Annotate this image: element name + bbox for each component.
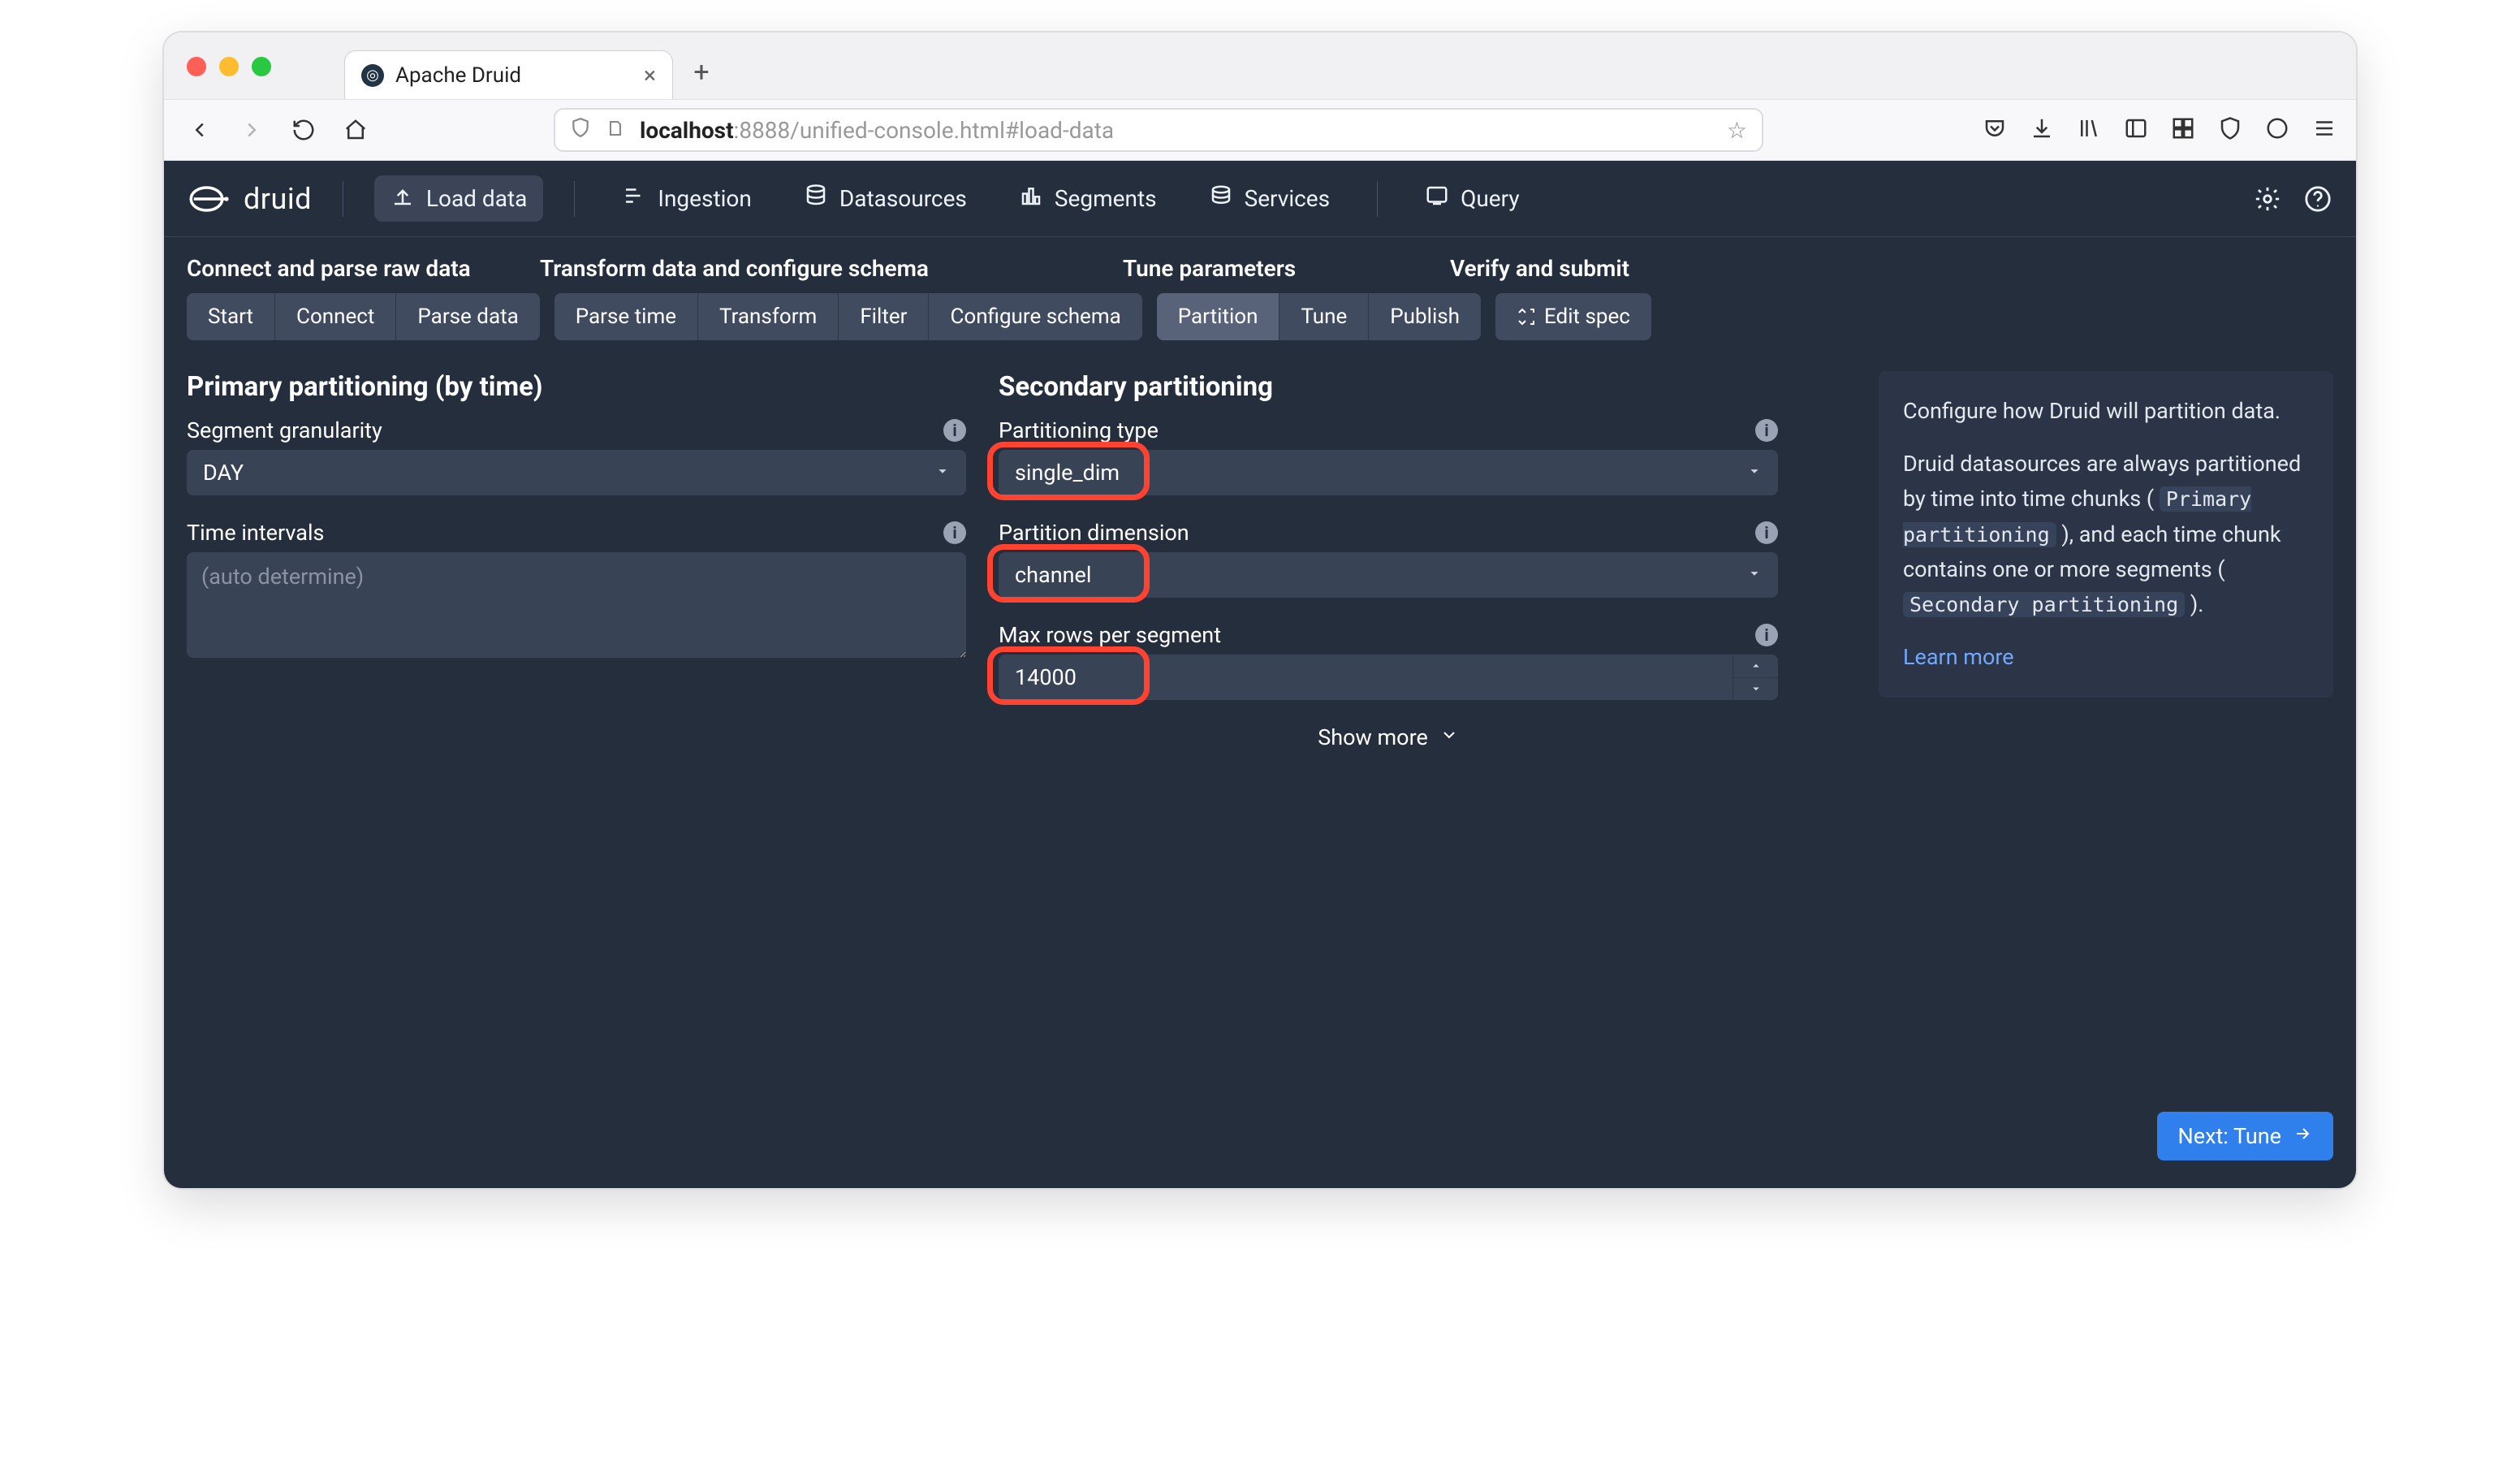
app-navbar: druid Load data Ingestion Datasources Se… [164,161,2356,237]
window-titlebar: ◎ Apache Druid × + [164,32,2356,99]
tab-close-icon[interactable]: × [644,62,656,89]
upload-icon [391,184,415,214]
browser-tab[interactable]: ◎ Apache Druid × [344,50,673,99]
stepper-down-button[interactable] [1733,678,1778,701]
shield-icon [570,117,591,144]
help-text: Druid datasources are always partitioned… [1903,447,2309,622]
chevron-down-icon [1439,724,1459,750]
nav-services[interactable]: Services [1193,175,1347,222]
library-icon[interactable] [2077,116,2101,144]
step-parse-data[interactable]: Parse data [396,293,539,340]
step-transform[interactable]: Transform [698,293,839,340]
nav-datasources[interactable]: Datasources [788,175,983,222]
chevron-down-icon [1745,460,1763,486]
downloads-icon[interactable] [2030,116,2054,144]
brand-logo[interactable]: druid [187,176,312,222]
window-minimize-button[interactable] [219,57,239,76]
learn-more-link[interactable]: Learn more [1903,644,2014,670]
chevron-down-icon [1745,562,1763,588]
segment-granularity-select[interactable]: DAY [187,450,966,495]
nav-query[interactable]: Query [1409,175,1536,222]
chevron-down-icon [934,460,951,486]
step-header-transform: Transform data and configure schema [540,255,1123,282]
new-tab-button[interactable]: + [688,58,715,86]
max-rows-input-wrapper [999,655,1778,700]
stepper-up-button[interactable] [1733,655,1778,678]
step-filter[interactable]: Filter [839,293,929,340]
home-button[interactable] [339,114,372,146]
reload-button[interactable] [287,114,320,146]
partitioning-type-select[interactable]: single_dim [999,450,1778,495]
segment-granularity-label: Segment granularity [187,417,382,443]
step-parse-time[interactable]: Parse time [554,293,698,340]
query-icon [1425,184,1449,214]
extension-badge-icon[interactable] [2265,116,2289,144]
back-button[interactable] [183,114,216,146]
info-icon[interactable]: i [1755,419,1778,442]
partitioning-type-label: Partitioning type [999,417,1159,443]
brand-text: druid [244,182,312,216]
help-text: Configure how Druid will partition data. [1903,394,2309,429]
help-panel: Configure how Druid will partition data.… [1879,371,2333,698]
max-rows-label: Max rows per segment [999,622,1221,648]
time-intervals-input[interactable] [187,552,966,658]
time-intervals-label: Time intervals [187,520,324,546]
hamburger-menu-icon[interactable] [2312,116,2337,144]
window-close-button[interactable] [187,57,206,76]
nav-segments[interactable]: Segments [1003,175,1173,222]
browser-toolbar: localhost:8888/unified-console.html#load… [164,99,2356,161]
step-edit-spec[interactable]: Edit spec [1495,293,1651,340]
info-icon[interactable]: i [943,521,966,544]
site-info-icon [606,117,625,144]
url-text: localhost:8888/unified-console.html#load… [640,117,1114,144]
partition-dimension-select[interactable]: channel [999,552,1778,598]
nav-load-data[interactable]: Load data [374,175,543,222]
info-icon[interactable]: i [943,419,966,442]
segments-icon [1019,184,1043,214]
partition-dimension-label: Partition dimension [999,520,1189,546]
step-header-tune: Tune parameters [1123,255,1450,282]
nav-ingestion[interactable]: Ingestion [606,175,768,222]
step-header-verify: Verify and submit [1450,255,1629,282]
settings-gear-icon[interactable] [2252,184,2283,214]
wizard-step-bar: Connect and parse raw data Transform dat… [164,237,2356,352]
tab-favicon: ◎ [361,64,384,87]
max-rows-input[interactable] [999,655,1732,700]
show-more-toggle[interactable]: Show more [999,724,1778,750]
step-connect[interactable]: Connect [275,293,396,340]
arrow-right-icon [2293,1123,2312,1149]
help-icon[interactable] [2302,184,2333,214]
step-start[interactable]: Start [187,293,275,340]
container-icon[interactable] [2171,116,2195,144]
extension-shield-icon[interactable] [2218,116,2242,144]
step-tune[interactable]: Tune [1279,293,1369,340]
services-icon [1209,184,1233,214]
next-button[interactable]: Next: Tune [2157,1112,2334,1160]
step-configure-schema[interactable]: Configure schema [929,293,1141,340]
secondary-partitioning-title: Secondary partitioning [999,371,1778,403]
info-icon[interactable]: i [1755,624,1778,646]
primary-partitioning-title: Primary partitioning (by time) [187,371,966,403]
forward-button[interactable] [235,114,268,146]
step-header-connect: Connect and parse raw data [187,255,540,282]
sidebar-icon[interactable] [2124,116,2148,144]
address-bar[interactable]: localhost:8888/unified-console.html#load… [554,108,1763,152]
database-icon [804,184,828,214]
info-icon[interactable]: i [1755,521,1778,544]
step-publish[interactable]: Publish [1369,293,1481,340]
gantt-icon [622,184,646,214]
bookmark-star-icon[interactable]: ☆ [1727,117,1747,144]
window-maximize-button[interactable] [252,57,271,76]
step-partition[interactable]: Partition [1157,293,1280,340]
pocket-icon[interactable] [1983,116,2007,144]
druid-logo-icon [187,176,232,222]
tab-title: Apache Druid [395,63,521,88]
